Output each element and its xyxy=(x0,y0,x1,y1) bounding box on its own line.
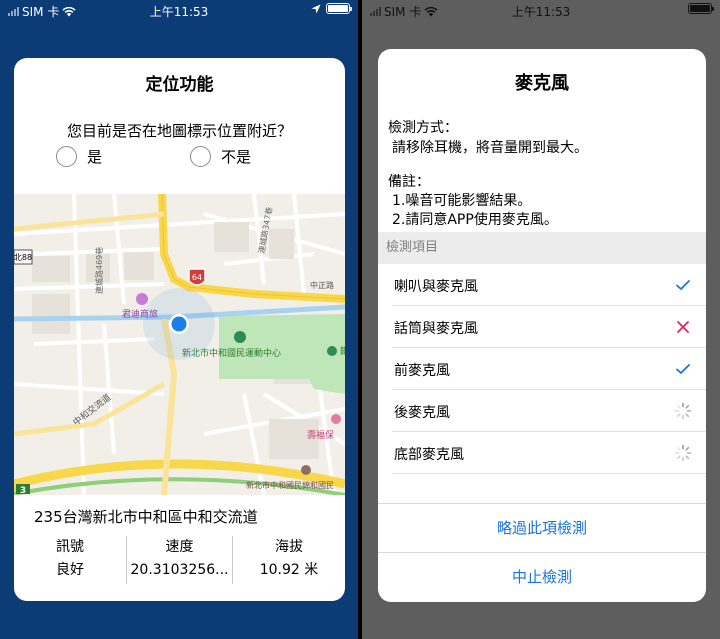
svg-text:鐵: 鐵 xyxy=(340,345,345,357)
location-dialog: 定位功能 您目前是否在地圖標示位置附近？ 是 不是 64 北88 3 連城路46… xyxy=(14,58,345,601)
cross-icon xyxy=(677,321,689,333)
radio-no[interactable]: 不是 xyxy=(190,146,251,167)
test-item[interactable]: 底部麥克風 xyxy=(378,432,706,474)
stat-speed: 速度 20.3103256... xyxy=(126,536,233,584)
test-item[interactable]: 話筒與麥克風 xyxy=(378,306,706,348)
battery-icon xyxy=(688,3,714,14)
svg-text:連城路469巷: 連城路469巷 xyxy=(94,247,104,294)
status-bar: SIM 卡 上午11:53 xyxy=(0,0,358,20)
dialog-title: 定位功能 xyxy=(145,75,214,95)
battery-icon xyxy=(326,3,352,14)
school-marker-icon[interactable] xyxy=(301,465,311,475)
route-88-label: 北88 xyxy=(14,249,33,265)
right-screen: SIM 卡 上午11:53 麥克風 檢測方式： 請移除耳機，將音量開到最大。 備… xyxy=(362,0,720,639)
spinner-icon xyxy=(674,402,692,420)
location-arrow-icon xyxy=(311,4,321,13)
test-item-label: 後麥克風 xyxy=(394,405,450,421)
clock: 上午11:53 xyxy=(149,5,209,19)
section-header: 檢測項目 xyxy=(378,232,706,264)
place-marker-icon[interactable] xyxy=(331,414,341,424)
svg-text:3: 3 xyxy=(20,486,26,495)
microphone-dialog: 麥克風 檢測方式： 請移除耳機，將音量開到最大。 備註： 1.噪音可能影響結果。… xyxy=(378,49,706,602)
radio-circle-icon[interactable] xyxy=(56,146,77,167)
method-label: 檢測方式： xyxy=(388,120,458,136)
radio-yes[interactable]: 是 xyxy=(56,146,102,167)
note-label: 備註： xyxy=(388,174,430,190)
map-view[interactable]: 64 北88 3 連城路469巷 連城路347巷 中正路 君迪商旅 新北市中和國… xyxy=(14,194,345,495)
stat-altitude: 海拔 10.92 米 xyxy=(233,536,345,584)
route-3-icon: 3 xyxy=(16,484,30,495)
spinner-icon xyxy=(674,444,692,462)
test-item-label: 喇叭與麥克風 xyxy=(394,279,478,295)
note-line-2: 2.請同意APP使用麥克風。 xyxy=(392,212,558,228)
stop-test-button[interactable]: 中止檢測 xyxy=(378,552,706,601)
test-item[interactable]: 後麥克風 xyxy=(378,390,706,432)
clock: 上午11:53 xyxy=(511,5,571,19)
stat-value: 20.3103256... xyxy=(130,562,229,578)
test-item[interactable]: 前麥克風 xyxy=(378,348,706,390)
stat-value: 10.92 米 xyxy=(259,562,319,578)
skip-test-button[interactable]: 略過此項檢測 xyxy=(378,503,706,552)
svg-text:64: 64 xyxy=(192,273,202,282)
test-item-label: 話筒與麥克風 xyxy=(394,321,478,337)
note-line-1: 1.噪音可能影響結果。 xyxy=(392,193,532,209)
stat-value: 良好 xyxy=(56,562,84,578)
radio-yes-label: 是 xyxy=(87,148,103,166)
stat-signal: 訊號 良好 xyxy=(14,536,126,584)
left-screen: SIM 卡 上午11:53 定位功能 您目前是否在地圖標示位置附近？ 是 不是 xyxy=(0,0,358,639)
status-bar: SIM 卡 上午11:53 xyxy=(362,0,720,20)
place-marker-icon[interactable] xyxy=(327,346,337,356)
current-location-icon xyxy=(169,314,189,334)
test-item-label: 底部麥克風 xyxy=(394,447,464,463)
stat-label: 速度 xyxy=(165,539,194,555)
radio-no-label: 不是 xyxy=(221,148,252,166)
svg-text:壽福保: 壽福保 xyxy=(307,429,334,441)
hotel-marker-icon[interactable] xyxy=(136,293,148,305)
location-question: 您目前是否在地圖標示位置附近？ xyxy=(66,122,292,140)
check-icon xyxy=(676,280,690,290)
address-text: 235台灣新北市中和區中和交流道 xyxy=(34,508,258,526)
stat-label: 訊號 xyxy=(56,539,84,555)
test-item-label: 前麥克風 xyxy=(394,363,450,379)
dialog-title: 麥克風 xyxy=(515,73,569,94)
check-icon xyxy=(676,364,690,374)
location-stats: 訊號 良好 速度 20.3103256... 海拔 10.92 米 xyxy=(14,536,345,584)
radio-circle-icon[interactable] xyxy=(190,146,211,167)
stat-label: 海拔 xyxy=(275,539,303,555)
method-text: 請移除耳機，將音量開到最大。 xyxy=(392,140,588,156)
park-marker-icon[interactable] xyxy=(234,331,246,343)
svg-text:中正路: 中正路 xyxy=(310,280,334,290)
svg-text:北88: 北88 xyxy=(14,253,32,262)
svg-text:新北市中和國民錦和國民: 新北市中和國民錦和國民 xyxy=(246,480,334,490)
test-item[interactable]: 喇叭與麥克風 xyxy=(378,264,706,306)
route-64-icon: 64 xyxy=(188,268,206,286)
